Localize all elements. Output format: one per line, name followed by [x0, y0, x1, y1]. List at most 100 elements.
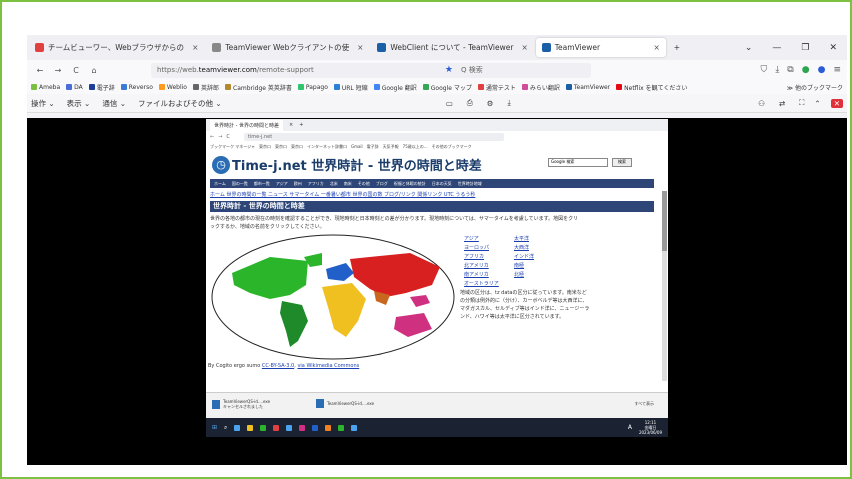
taskbar-app-icon[interactable] — [247, 424, 254, 431]
site-search-button[interactable]: 検索 — [612, 158, 632, 167]
extensions-icon[interactable]: ⧉ — [787, 65, 793, 75]
site-nav-item[interactable]: ブログ — [376, 181, 388, 187]
bookmark-item[interactable]: Weblio — [158, 84, 187, 91]
site-nav-item[interactable]: 欧州 — [294, 181, 302, 187]
windows-start-icon[interactable]: ⊞ — [212, 424, 217, 431]
search-icon[interactable]: ⌕ — [224, 424, 227, 432]
download-icon[interactable]: ⤓ — [508, 98, 511, 108]
maximize-icon[interactable]: ❐ — [801, 43, 809, 53]
site-nav-item[interactable]: 日本の天気 — [432, 181, 452, 187]
site-nav-item[interactable]: アジア — [276, 181, 288, 187]
site-nav-item[interactable]: 北米 — [330, 181, 338, 187]
region-link[interactable]: 北極 — [514, 271, 534, 280]
site-nav-item[interactable]: 国の一覧 — [232, 181, 248, 187]
home-icon[interactable]: ⌂ — [87, 66, 101, 75]
tab-list-icon[interactable]: ⌄ — [745, 43, 753, 53]
region-link[interactable]: 南アメリカ — [464, 271, 499, 280]
taskbar-app-icon[interactable] — [338, 424, 345, 431]
file-transfer-icon[interactable]: ⎙ — [467, 98, 473, 108]
site-nav-item[interactable]: 南米 — [344, 181, 352, 187]
reload-icon[interactable]: C — [226, 134, 230, 140]
site-nav-item[interactable]: ホーム — [214, 181, 226, 187]
taskbar-app-icon[interactable] — [351, 424, 358, 431]
search-box[interactable]: Q 検索 — [461, 65, 591, 75]
back-icon[interactable]: ← — [210, 134, 214, 140]
pocket-icon[interactable]: ⛉ — [761, 65, 768, 75]
new-tab-button[interactable]: + — [668, 38, 686, 57]
addon-icon[interactable]: ● — [802, 65, 810, 75]
forward-icon[interactable]: → — [218, 134, 222, 140]
forward-icon[interactable]: → — [51, 66, 65, 75]
close-icon[interactable]: × — [653, 43, 659, 52]
region-link[interactable]: インド洋 — [514, 253, 534, 262]
bookmark-item[interactable]: Papago — [297, 84, 328, 91]
bookmark-item[interactable]: 通常テスト — [477, 83, 516, 92]
bookmark-item[interactable]: Cambridge 英英辞書 — [225, 83, 292, 92]
taskbar-app-icon[interactable] — [286, 424, 293, 431]
region-link[interactable]: ヨーロッパ — [464, 244, 499, 253]
site-nav-item[interactable]: アフリカ — [308, 181, 324, 187]
credit-source-link[interactable]: via Wikimedia Commons — [297, 363, 359, 369]
scroll-thumb[interactable] — [662, 191, 667, 251]
reload-icon[interactable]: C — [69, 66, 83, 75]
settings-icon[interactable]: ⚙ — [487, 99, 494, 108]
taskbar-app-icon[interactable] — [260, 424, 267, 431]
tab[interactable]: WebClient について - TeamViewer × — [371, 38, 533, 57]
site-nav-item[interactable]: 世界時計地域 — [458, 181, 482, 187]
bookmark-item[interactable]: 英辞郎 — [192, 83, 219, 92]
remote-screen[interactable]: 世界時計 - 世界の時間と時差 × + ← → C time-j.net ブック… — [27, 118, 847, 465]
bookmark-item[interactable]: TeamViewer — [565, 84, 610, 91]
url-bar[interactable]: https://web. teamviewer.com/remote-suppor… — [151, 62, 591, 78]
region-link[interactable]: 南極 — [514, 262, 534, 271]
taskbar-clock[interactable]: 12:11 金曜日 2023/06/09 — [639, 420, 662, 435]
ime-indicator[interactable]: A — [628, 424, 632, 431]
world-map[interactable] — [210, 233, 456, 361]
region-link[interactable]: 太平洋 — [514, 235, 534, 244]
menu-communicate[interactable]: 通信 ⌄ — [102, 98, 126, 109]
tab-active[interactable]: TeamViewer × — [535, 38, 666, 57]
taskbar-app-icon[interactable] — [234, 424, 241, 431]
download-item[interactable]: TeamViewerQS-id....exe キャンセルされました — [212, 399, 270, 410]
bookmark-item[interactable]: URL 短縮 — [333, 83, 368, 92]
site-sublinks[interactable]: ホーム 世界の時間の一覧 ニュース サマータイム 一番暑い都市 世界の国の数 ブ… — [210, 191, 475, 198]
bookmark-item[interactable]: Google マップ — [422, 83, 472, 92]
tab[interactable]: チームビューワー、Webブラウザからの × — [29, 38, 204, 57]
show-all-downloads[interactable]: すべて表示 — [634, 401, 654, 407]
close-icon[interactable]: × — [357, 43, 363, 52]
remote-tab[interactable]: 世界時計 - 世界の時間と時差 — [210, 119, 283, 131]
remote-url-bar[interactable]: time-j.net — [243, 132, 504, 141]
site-nav-item[interactable]: 都市一覧 — [254, 181, 270, 187]
bookmark-item[interactable]: DA — [66, 84, 83, 91]
region-link[interactable]: オーストラリア — [464, 280, 499, 289]
site-nav-item[interactable]: 祝福と休暇の統計 — [394, 181, 426, 187]
taskbar-app-icon[interactable] — [312, 424, 319, 431]
menu-actions[interactable]: 操作 ⌄ — [31, 98, 55, 109]
close-icon[interactable]: × — [289, 122, 293, 128]
bookmark-star-icon[interactable]: ★ — [445, 65, 453, 75]
site-logo[interactable]: ◷ Time-j.net 世界時計 - 世界の時間と時差 — [212, 155, 482, 174]
taskbar-app-icon[interactable] — [273, 424, 280, 431]
close-window-icon[interactable]: ✕ — [829, 43, 837, 53]
new-tab-button[interactable]: + — [299, 122, 303, 128]
other-bookmarks[interactable]: ≫ 他のブックマーク — [787, 83, 847, 92]
close-icon[interactable]: × — [192, 43, 198, 52]
close-icon[interactable]: × — [521, 43, 527, 52]
monitor-icon[interactable]: ▭ — [446, 99, 453, 108]
taskbar-app-icon[interactable] — [299, 424, 306, 431]
bookmark-item[interactable]: Ameba — [31, 84, 60, 91]
credit-license-link[interactable]: CC-BY-SA-3.0 — [262, 363, 294, 369]
menu-icon[interactable]: ≡ — [833, 65, 841, 75]
download-item[interactable]: TeamViewerQS-id....exe — [316, 399, 374, 408]
remote-control-icon[interactable]: ⚇ — [758, 99, 765, 108]
region-link[interactable]: アジア — [464, 235, 499, 244]
menu-view[interactable]: 表示 ⌄ — [67, 98, 91, 109]
back-icon[interactable]: ← — [33, 66, 47, 75]
bookmark-item[interactable]: みらい翻訳 — [521, 83, 560, 92]
bookmark-item[interactable]: Reverso — [120, 84, 153, 91]
taskbar-app-icon[interactable] — [325, 424, 332, 431]
minimize-icon[interactable]: — — [772, 43, 781, 53]
site-search-input[interactable]: Google 検索 — [548, 158, 608, 167]
menu-files-extras[interactable]: ファイルおよびその他 ⌄ — [138, 98, 222, 109]
bookmark-item[interactable]: Google 翻訳 — [373, 83, 417, 92]
bookmark-item[interactable]: Netflix を観てください — [616, 83, 687, 92]
